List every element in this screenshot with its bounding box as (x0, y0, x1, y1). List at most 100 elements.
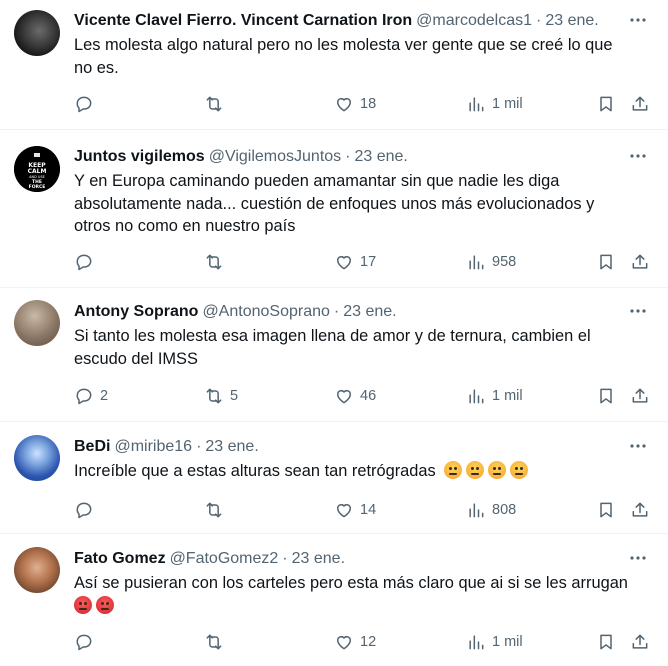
tweet-date[interactable]: 23 ene. (205, 438, 258, 456)
analytics-icon (469, 503, 484, 518)
heart-icon (337, 504, 351, 518)
avatar[interactable] (14, 10, 60, 56)
bookmark-button[interactable] (596, 384, 616, 408)
display-name[interactable]: Vicente Clavel Fierro. Vincent Carnation… (74, 12, 412, 30)
bookmark-icon (600, 96, 612, 112)
tweet-date[interactable]: 23 ene. (545, 12, 598, 30)
view-count: 1 mil (492, 96, 523, 112)
keep-calm-logo: KEEP CALM AND USE THE FORCE (14, 146, 60, 192)
avatar[interactable] (14, 300, 60, 346)
display-name[interactable]: Antony Soprano (74, 303, 198, 321)
more-options-icon[interactable] (626, 10, 650, 30)
tweet-actions: 14 808 (74, 498, 654, 522)
retweet-button[interactable] (204, 630, 230, 654)
tweet-text-line: Así se pusieran con los carteles pero es… (74, 574, 628, 592)
avatar[interactable] (14, 435, 60, 481)
user-handle[interactable]: @AntonoSoprano (202, 303, 329, 321)
views-button[interactable]: 808 (466, 498, 516, 522)
reply-icon (76, 502, 92, 519)
reply-feed: Vicente Clavel Fierro. Vincent Carnation… (0, 0, 668, 666)
bookmark-button[interactable] (596, 92, 616, 116)
share-button[interactable] (630, 630, 650, 654)
share-icon (632, 388, 648, 403)
avatar[interactable]: KEEP CALM AND USE THE FORCE (14, 146, 60, 192)
reply-button[interactable]: 2 (74, 384, 108, 408)
tweet-date[interactable]: 23 ene. (292, 550, 345, 568)
user-handle[interactable]: @marcodelcas1 (416, 12, 532, 30)
avatar[interactable] (14, 547, 60, 593)
more-options-icon[interactable] (626, 301, 650, 321)
view-count: 1 mil (492, 388, 523, 404)
like-button[interactable]: 12 (334, 630, 376, 654)
retweet-icon (206, 502, 222, 518)
views-button[interactable]: 1 mil (466, 384, 523, 408)
like-count: 17 (360, 254, 377, 270)
reply-button[interactable] (74, 92, 100, 116)
retweet-button[interactable] (204, 250, 230, 274)
tweet-text-line: Increíble que a estas alturas sean tan r… (74, 462, 436, 480)
like-count: 14 (360, 502, 377, 518)
share-button[interactable] (630, 92, 650, 116)
views-button[interactable]: 958 (466, 250, 516, 274)
like-count: 46 (360, 388, 377, 404)
heart-icon (337, 636, 351, 650)
reply-button[interactable] (74, 630, 100, 654)
share-button[interactable] (630, 384, 650, 408)
more-options-icon[interactable] (626, 548, 650, 568)
view-count: 808 (492, 502, 517, 518)
tweet-text-line: Y en Europa caminando pueden amamantar s… (74, 172, 560, 190)
more-options-icon[interactable] (626, 146, 650, 166)
tweet-text-line: escudo del IMSS (74, 349, 198, 368)
more-options-icon[interactable] (626, 436, 650, 456)
tweet[interactable]: BeDi @miribe16 · 23 ene. Increíble que a… (0, 422, 668, 534)
like-button[interactable]: 17 (334, 250, 376, 274)
share-icon (632, 502, 648, 517)
like-button[interactable]: 14 (334, 498, 376, 522)
retweet-icon (206, 388, 222, 404)
bookmark-button[interactable] (596, 250, 616, 274)
bookmark-icon (600, 254, 612, 270)
reply-button[interactable] (74, 250, 100, 274)
bookmark-button[interactable] (596, 630, 616, 654)
reply-button[interactable] (74, 498, 100, 522)
user-handle[interactable]: @miribe16 (114, 438, 192, 456)
tweet[interactable]: KEEP CALM AND USE THE FORCE Juntos vigil… (0, 130, 668, 288)
tweet-actions: 18 1 mil (74, 92, 654, 116)
share-button[interactable] (630, 498, 650, 522)
user-handle[interactable]: @VigilemosJuntos (209, 148, 341, 166)
display-name[interactable]: Fato Gomez (74, 550, 166, 568)
like-button[interactable]: 18 (334, 92, 376, 116)
retweet-button[interactable]: 5 (204, 384, 238, 408)
bookmark-icon (600, 502, 612, 518)
separator-dot: · (345, 148, 351, 165)
tweet[interactable]: Antony Soprano @AntonoSoprano · 23 ene. … (0, 288, 668, 422)
views-button[interactable]: 1 mil (466, 92, 523, 116)
user-handle[interactable]: @FatoGomez2 (170, 550, 279, 568)
svg-text:CALM: CALM (28, 168, 47, 175)
display-name[interactable]: Juntos vigilemos (74, 148, 205, 166)
separator-dot: · (196, 438, 202, 455)
reply-count: 2 (100, 388, 109, 404)
retweet-button[interactable] (204, 92, 230, 116)
tweet[interactable]: Vicente Clavel Fierro. Vincent Carnation… (0, 0, 668, 130)
angry-face-icon (510, 461, 529, 479)
separator-dot: · (282, 550, 288, 567)
analytics-icon (469, 389, 484, 404)
tweet-date[interactable]: 23 ene. (343, 303, 396, 321)
retweet-icon (206, 96, 222, 112)
display-name[interactable]: BeDi (74, 438, 110, 456)
tweet-date[interactable]: 23 ene. (354, 148, 407, 166)
tweet-text: Y en Europa caminando pueden amamantar s… (74, 170, 652, 238)
retweet-button[interactable] (204, 498, 230, 522)
separator-dot: · (536, 12, 542, 29)
tweet-text-line: otros no como en nuestro país (74, 217, 296, 235)
pouting-face-icon (96, 595, 114, 614)
analytics-icon (469, 635, 484, 650)
share-button[interactable] (630, 250, 650, 274)
bookmark-button[interactable] (596, 498, 616, 522)
like-button[interactable]: 46 (334, 384, 376, 408)
view-count: 958 (492, 254, 517, 270)
tweet[interactable]: Fato Gomez @FatoGomez2 · 23 ene. Así se … (0, 534, 668, 666)
reply-icon (76, 96, 92, 113)
views-button[interactable]: 1 mil (466, 630, 523, 654)
